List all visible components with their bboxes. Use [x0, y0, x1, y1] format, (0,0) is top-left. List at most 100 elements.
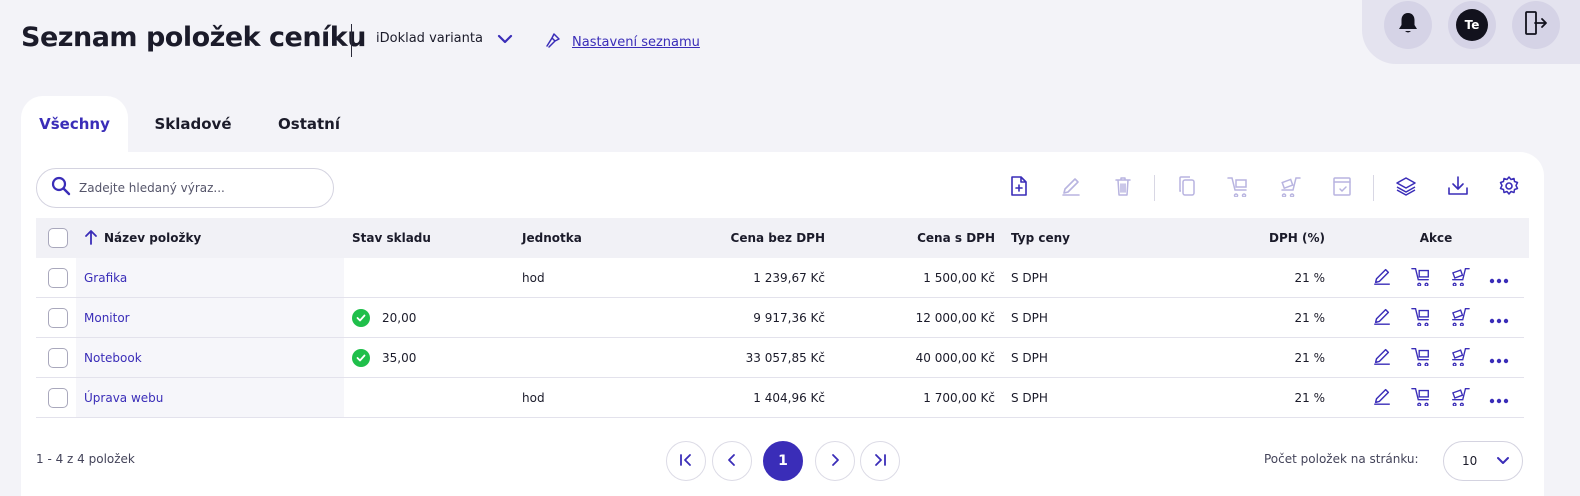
column-header-actions: Akce: [1419, 231, 1453, 245]
edit-icon: [1372, 306, 1392, 330]
previous-page-button[interactable]: [712, 441, 752, 481]
toolbar-divider: [1154, 175, 1155, 201]
row-checkbox[interactable]: [48, 307, 68, 328]
user-toolbar: Te: [1362, 0, 1580, 64]
delete-button[interactable]: [1109, 174, 1137, 202]
sort-ascending-icon: [84, 228, 98, 249]
edit-icon: [1372, 386, 1392, 410]
row-checkbox[interactable]: [48, 267, 68, 288]
notifications-button[interactable]: [1384, 1, 1432, 49]
unit-cell: hod: [522, 270, 545, 285]
chevron-left-icon: [725, 452, 739, 471]
purchase-icon: [1449, 306, 1471, 330]
search-icon: [51, 176, 71, 200]
per-page-value: 10: [1462, 454, 1478, 468]
price-vat-cell: 1 500,00 Kč: [923, 270, 995, 285]
edit-button[interactable]: [1057, 174, 1085, 202]
column-header-unit[interactable]: Jednotka: [522, 218, 672, 258]
row-purchase-button[interactable]: [1449, 347, 1471, 369]
row-sell-button[interactable]: [1410, 307, 1432, 329]
sell-icon: [1410, 346, 1432, 370]
purchase-button[interactable]: [1276, 174, 1304, 202]
row-more-button[interactable]: [1488, 307, 1510, 329]
column-header-stock[interactable]: Stav skladu: [352, 218, 502, 258]
row-sell-button[interactable]: [1410, 387, 1432, 409]
row-more-button[interactable]: [1488, 387, 1510, 409]
sell-icon: [1410, 386, 1432, 410]
price-type-cell: S DPH: [1011, 350, 1048, 365]
column-header-price-no-vat[interactable]: Cena bez DPH: [676, 218, 825, 258]
page-1-button[interactable]: 1: [763, 441, 803, 481]
row-purchase-button[interactable]: [1449, 387, 1471, 409]
unit-cell: hod: [522, 390, 545, 405]
delete-icon: [1113, 175, 1133, 201]
table-row[interactable]: Monitor 20,00 9 917,36 Kč 12 000,00 Kč S…: [36, 298, 1524, 338]
sell-button[interactable]: [1224, 174, 1252, 202]
avatar-button[interactable]: Te: [1448, 1, 1496, 49]
row-checkbox-wrap: [48, 338, 68, 377]
row-checkbox[interactable]: [48, 387, 68, 408]
add-item-button[interactable]: [1005, 174, 1033, 202]
row-more-button[interactable]: [1488, 267, 1510, 289]
last-page-button[interactable]: [860, 441, 900, 481]
edit-icon: [1372, 266, 1392, 290]
table-row[interactable]: Notebook 35,00 33 057,85 Kč 40 000,00 Kč…: [36, 338, 1524, 378]
item-name-link[interactable]: Úprava webu: [84, 391, 163, 405]
gear-icon: [1498, 175, 1520, 201]
variant-dropdown[interactable]: iDoklad varianta: [376, 31, 513, 46]
row-sell-button[interactable]: [1410, 347, 1432, 369]
table-header: Název položky Stav skladu Jednotka Cena …: [36, 218, 1529, 258]
column-header-vat[interactable]: DPH (%): [1176, 218, 1325, 258]
more-icon: [1489, 389, 1509, 408]
row-edit-button[interactable]: [1371, 307, 1393, 329]
first-page-button[interactable]: [666, 441, 706, 481]
per-page-select[interactable]: 10: [1443, 441, 1523, 481]
row-edit-button[interactable]: [1371, 267, 1393, 289]
settings-button[interactable]: [1495, 174, 1523, 202]
table-row[interactable]: Grafika hod 1 239,67 Kč 1 500,00 Kč S DP…: [36, 258, 1524, 298]
unit-cell: [522, 298, 672, 337]
layers-button[interactable]: [1392, 174, 1420, 202]
purchase-icon: [1449, 266, 1471, 290]
brush-icon: [544, 31, 562, 53]
row-purchase-button[interactable]: [1449, 267, 1471, 289]
next-page-button[interactable]: [815, 441, 855, 481]
row-checkbox[interactable]: [48, 347, 68, 368]
stock-cell: 35,00: [352, 338, 502, 377]
item-name-link[interactable]: Grafika: [84, 271, 127, 285]
per-page-label: Počet položek na stránku:: [1264, 452, 1419, 466]
title-divider: [351, 24, 352, 57]
stock-movement-button[interactable]: [1328, 174, 1356, 202]
row-more-button[interactable]: [1488, 347, 1510, 369]
row-checkbox-wrap: [48, 298, 68, 337]
select-all-checkbox-wrap: [48, 218, 68, 258]
item-name-link[interactable]: Notebook: [84, 351, 142, 365]
column-label-name: Název položky: [104, 231, 202, 245]
column-header-price-vat[interactable]: Cena s DPH: [846, 218, 995, 258]
tab-other[interactable]: Ostatní: [257, 96, 361, 152]
row-edit-button[interactable]: [1371, 387, 1393, 409]
copy-button[interactable]: [1173, 174, 1201, 202]
row-sell-button[interactable]: [1410, 267, 1432, 289]
column-header-name[interactable]: Název položky: [84, 218, 344, 258]
row-checkbox-wrap: [48, 378, 68, 417]
item-name-link[interactable]: Monitor: [84, 311, 130, 325]
purchase-icon: [1278, 175, 1302, 201]
row-edit-button[interactable]: [1371, 347, 1393, 369]
download-button[interactable]: [1444, 174, 1472, 202]
item-count: 1 - 4 z 4 položek: [36, 452, 135, 466]
column-header-price-type[interactable]: Typ ceny: [1011, 218, 1161, 258]
logout-button[interactable]: [1512, 1, 1560, 49]
table-row[interactable]: Úprava webu hod 1 404,96 Kč 1 700,00 Kč …: [36, 378, 1524, 418]
tab-all[interactable]: Všechny: [21, 96, 128, 152]
tab-stock[interactable]: Skladové: [145, 96, 241, 152]
select-all-checkbox[interactable]: [48, 228, 68, 248]
search-input[interactable]: [79, 181, 319, 195]
variant-label: iDoklad varianta: [376, 31, 483, 46]
price-vat-cell: 40 000,00 Kč: [915, 350, 995, 365]
search-box: [36, 168, 334, 208]
list-settings-link[interactable]: Nastavení seznamu: [544, 31, 700, 53]
sell-icon: [1226, 175, 1250, 201]
chevron-down-icon: [1496, 454, 1510, 468]
row-purchase-button[interactable]: [1449, 307, 1471, 329]
